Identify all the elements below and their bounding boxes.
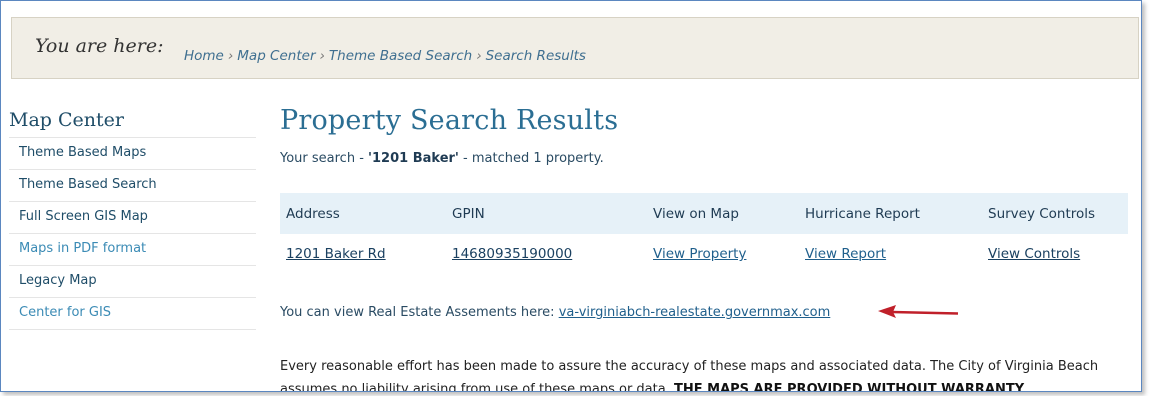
sidebar-item-theme-based-search[interactable]: Theme Based Search <box>9 169 256 201</box>
summary-prefix: Your search - <box>280 151 364 166</box>
view-report-link[interactable]: View Report <box>805 246 886 262</box>
sidebar: Map Center Theme Based Maps Theme Based … <box>9 109 256 330</box>
gpin-link[interactable]: 14680935190000 <box>452 246 572 262</box>
table-row: 1201 Baker Rd 14680935190000 View Proper… <box>280 234 1128 274</box>
main-content: Property Search Results Your search - '1… <box>280 105 1130 391</box>
red-arrow-icon <box>878 305 959 318</box>
disclaimer-warranty: THE MAPS ARE PROVIDED WITHOUT WARRANTY <box>673 382 1025 392</box>
table-header-row: Address GPIN View on Map Hurricane Repor… <box>280 193 1128 234</box>
assessments-link[interactable]: va-virginiabch-realestate.governmax.com <box>559 305 831 320</box>
header-gpin: GPIN <box>446 193 647 234</box>
cell-view-on-map: View Property <box>647 234 799 274</box>
sidebar-item-legacy-map[interactable]: Legacy Map <box>9 265 256 297</box>
sidebar-item-theme-based-maps[interactable]: Theme Based Maps <box>9 137 256 169</box>
header-survey-controls: Survey Controls <box>982 193 1128 234</box>
header-view-on-map: View on Map <box>647 193 799 234</box>
breadcrumb-label: You are here: <box>35 35 164 57</box>
page-title: Property Search Results <box>280 105 619 136</box>
breadcrumb-separator: › <box>476 48 482 64</box>
header-hurricane-report: Hurricane Report <box>799 193 982 234</box>
header-address: Address <box>280 193 446 234</box>
address-link[interactable]: 1201 Baker Rd <box>286 246 386 262</box>
view-property-link[interactable]: View Property <box>653 246 746 262</box>
cell-survey-controls: View Controls <box>982 234 1128 274</box>
sidebar-item-maps-in-pdf[interactable]: Maps in PDF format <box>9 233 256 265</box>
breadcrumb-separator: › <box>227 48 234 64</box>
assessments-note: You can view Real Estate Assements here:… <box>280 305 830 320</box>
sidebar-item-center-for-gis[interactable]: Center for GIS <box>9 297 256 330</box>
assessments-text: You can view Real Estate Assements here: <box>280 305 555 320</box>
breadcrumb: Home › Map Center › Theme Based Search › Searc… <box>184 48 586 64</box>
sidebar-item-full-screen-gis-map[interactable]: Full Screen GIS Map <box>9 201 256 233</box>
search-query: '1201 Baker' <box>368 151 459 166</box>
disclaimer: Every reasonable effort has been made to… <box>280 355 1132 392</box>
cell-address: 1201 Baker Rd <box>280 234 446 274</box>
breadcrumb-current: Search Results <box>485 48 586 64</box>
results-table: Address GPIN View on Map Hurricane Repor… <box>280 193 1128 274</box>
cell-gpin: 14680935190000 <box>446 234 647 274</box>
view-controls-link[interactable]: View Controls <box>988 246 1080 262</box>
page-frame: You are here: Home › Map Center › Theme Base… <box>0 0 1142 392</box>
breadcrumb-separator: › <box>319 48 325 64</box>
search-summary: Your search - '1201 Baker' - matched 1 p… <box>280 151 1130 166</box>
sidebar-title: Map Center <box>9 109 124 131</box>
breadcrumb-theme-based-search[interactable]: Theme Based Search <box>329 48 472 64</box>
cell-hurricane-report: View Report <box>799 234 982 274</box>
breadcrumb-bar: You are here: Home › Map Center › Theme Base… <box>11 17 1139 79</box>
summary-suffix: - matched 1 property. <box>463 151 604 166</box>
breadcrumb-map-center[interactable]: Map Center <box>237 48 315 64</box>
breadcrumb-home[interactable]: Home <box>184 48 224 64</box>
